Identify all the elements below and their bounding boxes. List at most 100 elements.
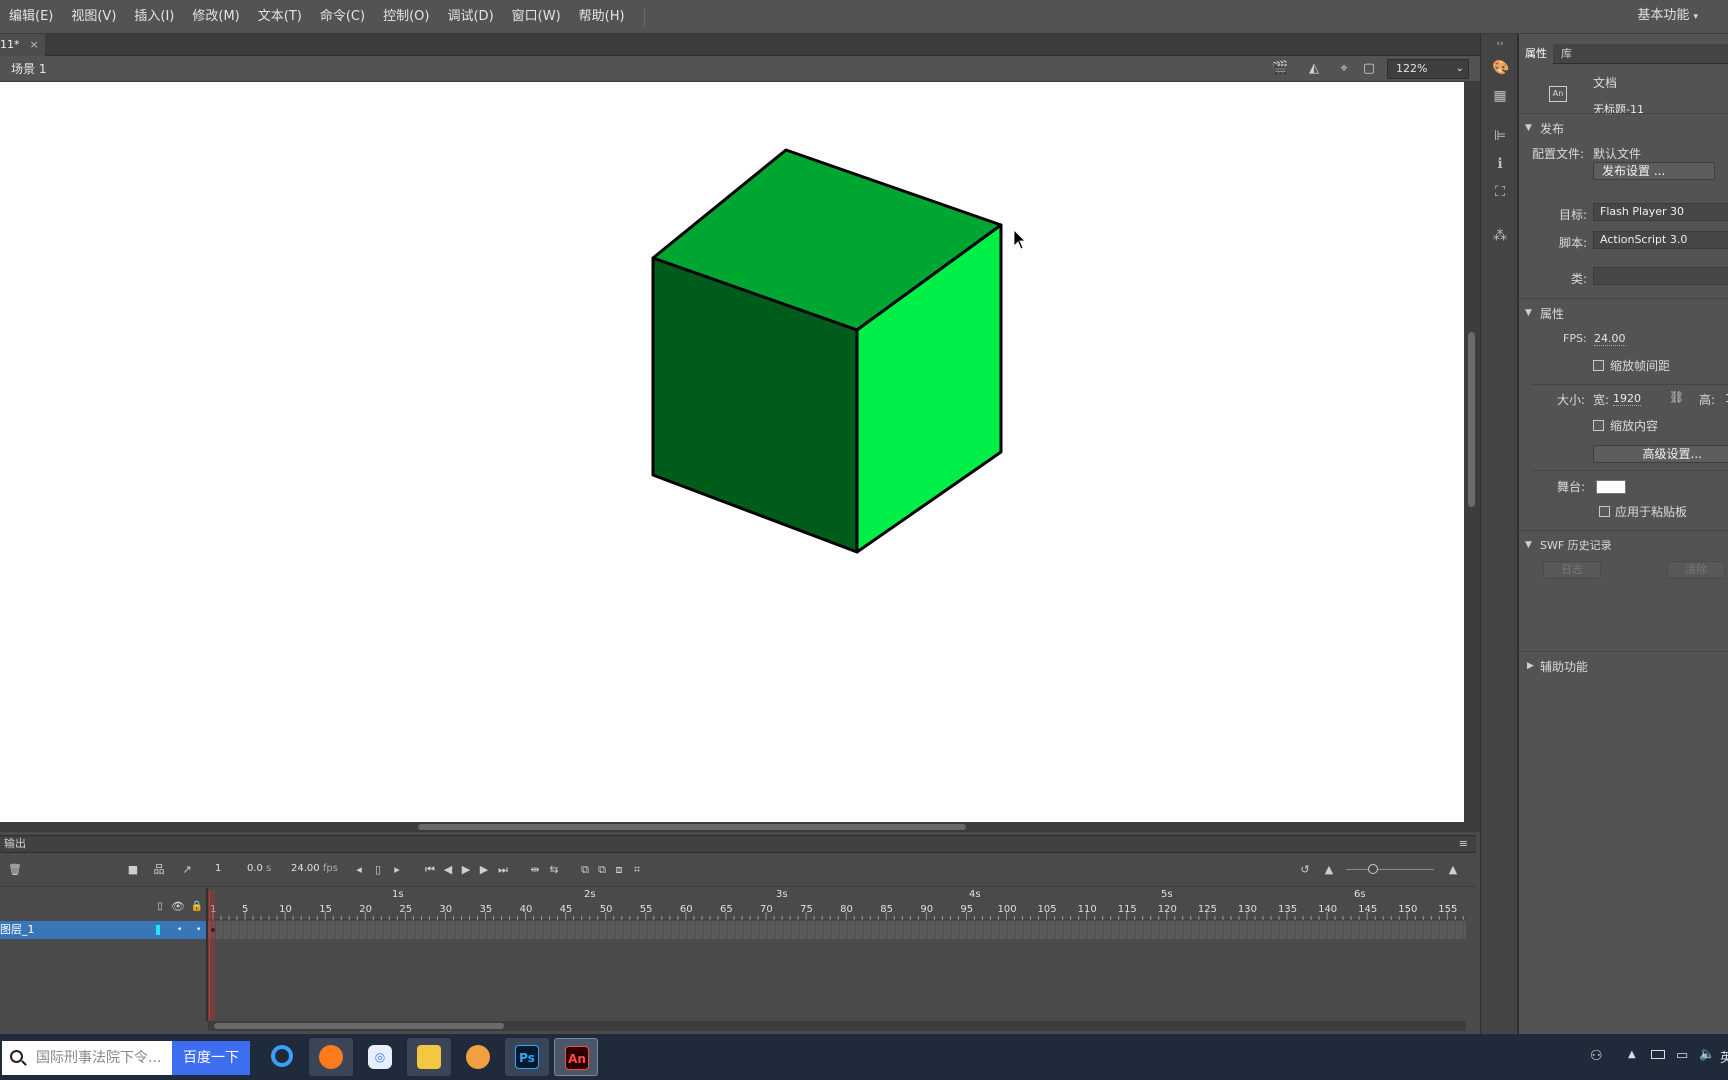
panel-menu-icon[interactable]: ≡ xyxy=(1459,836,1468,852)
scrollbar-thumb[interactable] xyxy=(418,824,966,830)
go-to-last-icon[interactable]: ⏭ xyxy=(496,863,510,877)
triangle-down-icon[interactable]: ▼ xyxy=(1525,123,1532,133)
layer-name[interactable]: 图层_1 xyxy=(0,921,35,939)
undo-icon[interactable]: ↺ xyxy=(1298,863,1312,877)
menu-view[interactable]: 视图(V) xyxy=(62,0,125,34)
animate-app[interactable]: An xyxy=(554,1038,598,1076)
battery-icon[interactable] xyxy=(1651,1050,1665,1059)
document-tab[interactable]: 11* × xyxy=(0,34,45,56)
swatches-icon[interactable]: ▦ xyxy=(1492,88,1508,104)
current-time[interactable]: 0.0 s xyxy=(247,863,271,874)
symbol-edit-icon[interactable]: ◭ xyxy=(1306,61,1322,77)
zoom-slider[interactable] xyxy=(1346,864,1434,874)
camera-icon[interactable]: ■ xyxy=(126,863,140,877)
people-icon[interactable]: ⚇ xyxy=(1590,1048,1603,1064)
tab-library[interactable]: 库 xyxy=(1555,44,1578,64)
stage-vertical-scrollbar[interactable] xyxy=(1464,82,1480,822)
zoom-select[interactable]: 122% ⌄ xyxy=(1387,59,1469,79)
zoom-out-icon[interactable]: ▲ xyxy=(1322,863,1336,877)
graph-icon[interactable]: ↗ xyxy=(180,863,194,877)
triangle-right-icon[interactable]: ▶ xyxy=(1527,661,1534,671)
scale-content-checkbox[interactable] xyxy=(1593,420,1604,431)
visibility-dot-icon[interactable]: • xyxy=(177,921,182,939)
trash-icon[interactable]: 🗑 xyxy=(8,863,22,877)
width-value[interactable]: 1920 xyxy=(1613,392,1641,406)
search-button[interactable]: 百度一下 xyxy=(172,1041,250,1075)
log-button[interactable]: 日志 xyxy=(1543,561,1601,579)
menu-insert[interactable]: 插入(I) xyxy=(125,0,183,34)
transform-icon[interactable]: ⛶ xyxy=(1492,184,1508,200)
modify-markers-icon[interactable]: ⧈ xyxy=(612,863,626,877)
info-icon[interactable]: ℹ xyxy=(1492,156,1508,172)
menu-edit[interactable]: 编辑(E) xyxy=(0,0,62,34)
frame-rate[interactable]: 24.00 fps xyxy=(291,863,338,874)
file-explorer-app[interactable] xyxy=(407,1038,451,1076)
accessibility-header[interactable]: 辅助功能 xyxy=(1540,658,1588,675)
photoshop-app[interactable]: Ps xyxy=(505,1038,549,1076)
onion-skin-icon[interactable]: ⇆ xyxy=(547,863,561,877)
close-icon[interactable]: × xyxy=(30,34,39,56)
step-back-icon[interactable]: ◀ xyxy=(441,863,455,877)
scrollbar-thumb[interactable] xyxy=(1468,332,1475,507)
menu-control[interactable]: 控制(O) xyxy=(374,0,438,34)
apply-paste-checkbox[interactable] xyxy=(1599,506,1610,517)
stage[interactable] xyxy=(0,82,1480,822)
tab-properties[interactable]: 属性 xyxy=(1519,44,1553,64)
link-icon[interactable]: ⛓ xyxy=(1669,390,1684,404)
outline-toggle-icon[interactable]: ▯ xyxy=(153,900,167,914)
play-icon[interactable]: ▶ xyxy=(459,863,473,877)
clear-button[interactable]: 清除 xyxy=(1667,561,1725,579)
tray-expand-icon[interactable]: ▲ xyxy=(1628,1049,1636,1060)
scene-label[interactable]: 场景 1 xyxy=(11,56,46,82)
timeline-ruler[interactable]: 1s 2s 3s 4s 5s 6s 1 5 10 15 20 25 30 35 40 45 50 55… xyxy=(208,888,1466,920)
center-frame-icon[interactable]: ⌗ xyxy=(630,863,644,877)
clapper-icon[interactable]: 🎬 xyxy=(1272,61,1288,77)
publish-header[interactable]: 发布 xyxy=(1540,120,1564,137)
firefox-app[interactable] xyxy=(309,1038,353,1076)
components-icon[interactable]: ⁂ xyxy=(1492,228,1508,244)
triangle-down-icon[interactable]: ▼ xyxy=(1525,308,1532,318)
zoom-in-icon[interactable]: ▲ xyxy=(1446,863,1460,877)
scale-spans-checkbox[interactable] xyxy=(1593,360,1604,371)
volume-icon[interactable]: 🔈 xyxy=(1699,1047,1715,1062)
layer-parenting-icon[interactable]: 品 xyxy=(152,863,166,877)
lock-icon[interactable]: 🔒 xyxy=(190,900,204,914)
lock-dot-icon[interactable]: • xyxy=(196,921,201,939)
playhead-icon[interactable]: ▯ xyxy=(371,863,385,877)
chevron-left-icon[interactable]: ◂ xyxy=(352,863,366,877)
clip-content-icon[interactable]: ▢ xyxy=(1361,61,1377,77)
menu-commands[interactable]: 命令(C) xyxy=(311,0,374,34)
go-to-first-icon[interactable]: ⏮ xyxy=(423,863,437,877)
timeline-horizontal-scrollbar[interactable] xyxy=(208,1021,1466,1031)
align-icon[interactable]: ⊫ xyxy=(1492,128,1508,144)
class-input[interactable] xyxy=(1593,267,1728,285)
qq-app[interactable] xyxy=(456,1038,500,1076)
center-stage-icon[interactable]: ⌖ xyxy=(1336,61,1352,77)
fps-value[interactable]: 24.00 xyxy=(1594,332,1626,346)
color-panel-icon[interactable]: 🎨 xyxy=(1492,60,1509,76)
stage-horizontal-scrollbar[interactable] xyxy=(0,822,1480,832)
playhead[interactable] xyxy=(209,890,215,1020)
target-select[interactable]: Flash Player 30 xyxy=(1593,203,1728,221)
current-frame[interactable]: 1 xyxy=(215,863,221,874)
search-input[interactable]: 国际刑事法院下令... xyxy=(2,1041,172,1075)
eye-icon[interactable]: 👁 xyxy=(171,900,185,914)
triangle-down-icon[interactable]: ▼ xyxy=(1525,540,1532,550)
edit-multiple-icon[interactable]: ⧉ xyxy=(595,863,609,877)
swf-history-header[interactable]: SWF 历史记录 xyxy=(1540,537,1612,553)
layer-color-swatch[interactable] xyxy=(156,925,160,935)
stage-color-swatch[interactable] xyxy=(1596,480,1626,494)
input-language[interactable]: 英 xyxy=(1720,1047,1728,1066)
timeline-divider[interactable] xyxy=(206,888,208,1021)
collapse-icon[interactable]: ‹‹ xyxy=(1492,36,1508,52)
menu-debug[interactable]: 调试(D) xyxy=(438,0,502,34)
menu-modify[interactable]: 修改(M) xyxy=(183,0,248,34)
chevron-right-icon[interactable]: ▸ xyxy=(390,863,404,877)
scrollbar-thumb[interactable] xyxy=(214,1023,504,1029)
menu-window[interactable]: 窗口(W) xyxy=(503,0,570,34)
menu-text[interactable]: 文本(T) xyxy=(249,0,311,34)
advanced-settings-button[interactable]: 高级设置... xyxy=(1593,445,1728,463)
script-select[interactable]: ActionScript 3.0 xyxy=(1593,231,1728,249)
menu-help[interactable]: 帮助(H) xyxy=(570,0,634,34)
publish-settings-button[interactable]: 发布设置 ... xyxy=(1593,162,1715,180)
